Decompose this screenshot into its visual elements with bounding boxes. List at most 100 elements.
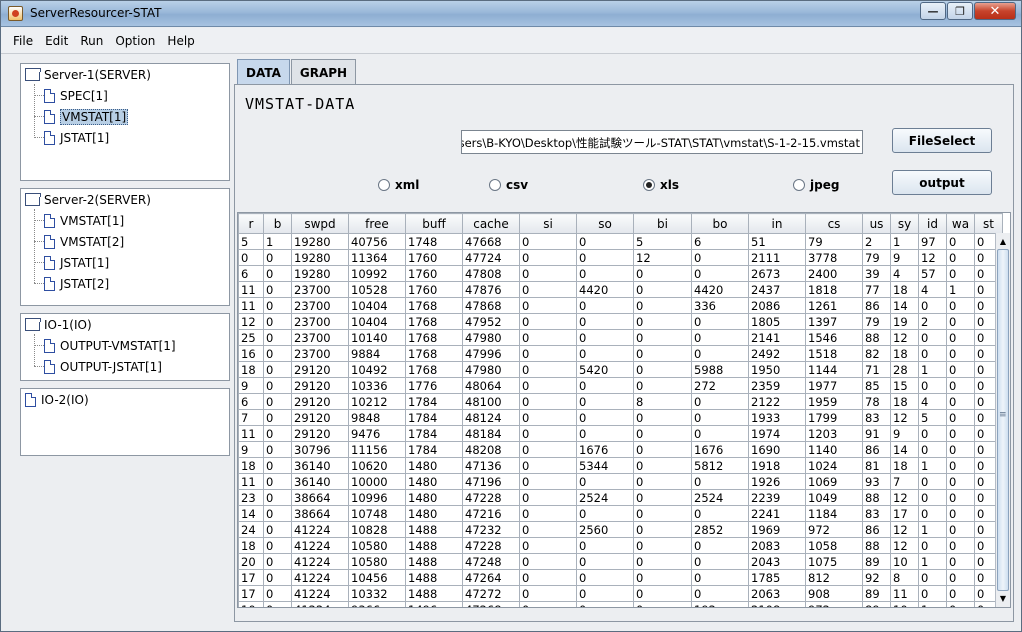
table-cell[interactable]: 5 [238, 233, 264, 250]
table-cell[interactable]: 47228 [462, 489, 520, 506]
table-cell[interactable]: 336 [691, 297, 749, 314]
table-row[interactable]: 18 0 29120 10492 1768 47980 0 5420 0 5988 1950 1144… [238, 361, 1003, 378]
scroll-down-icon[interactable]: ▼ [997, 591, 1009, 605]
tab-data[interactable]: DATA [237, 59, 290, 85]
table-row[interactable]: 11 0 36140 10000 1480 47196 0 0 0 0 1926 1069 93 7 0 0 0 [238, 473, 1003, 490]
table-cell[interactable]: 0 [576, 329, 634, 346]
table-cell[interactable]: 0 [576, 537, 634, 554]
table-cell[interactable]: 20 [238, 553, 264, 570]
table-cell[interactable]: 1760 [405, 281, 463, 298]
table-cell[interactable]: 47136 [462, 457, 520, 474]
table-cell[interactable]: 0 [946, 393, 975, 410]
table-cell[interactable]: 0 [576, 313, 634, 330]
table-cell[interactable]: 82 [862, 345, 891, 362]
table-cell[interactable]: 1 [918, 457, 947, 474]
table-cell[interactable]: 0 [946, 249, 975, 266]
table-cell[interactable]: 0 [519, 585, 577, 602]
table-cell[interactable]: 4420 [576, 281, 634, 298]
table-cell[interactable]: 12 [890, 329, 919, 346]
table-cell[interactable]: 1488 [405, 569, 463, 586]
table-cell[interactable]: 40756 [348, 233, 406, 250]
tree-node-output-vmstat-1[interactable]: OUTPUT-VMSTAT[1] [44, 337, 176, 355]
column-header-st[interactable]: st [974, 213, 1003, 234]
table-cell[interactable]: 0 [263, 601, 292, 607]
table-cell[interactable]: 0 [946, 265, 975, 282]
table-cell[interactable]: 1049 [805, 489, 863, 506]
table-cell[interactable]: 0 [633, 521, 692, 538]
table-cell[interactable]: 0 [691, 345, 749, 362]
column-header-in[interactable]: in [748, 213, 806, 234]
table-cell[interactable]: 1760 [405, 249, 463, 266]
table-cell[interactable]: 0 [519, 553, 577, 570]
table-cell[interactable]: 47996 [462, 345, 520, 362]
table-cell[interactable]: 1748 [405, 233, 463, 250]
table-cell[interactable]: 10580 [348, 553, 406, 570]
table-cell[interactable]: 86 [862, 521, 891, 538]
table-cell[interactable]: 9 [890, 249, 919, 266]
table-cell[interactable]: 57 [918, 265, 947, 282]
table-cell[interactable]: 86 [862, 297, 891, 314]
table-cell[interactable]: 48124 [462, 409, 520, 426]
table-cell[interactable]: 0 [519, 425, 577, 442]
table-cell[interactable]: 2122 [748, 393, 806, 410]
table-row[interactable]: 25 0 23700 10140 1768 47980 0 0 0 0 2141 1546 88 12 0 0… [238, 329, 1003, 346]
table-cell[interactable]: 9 [890, 425, 919, 442]
table-cell[interactable]: 0 [691, 473, 749, 490]
table-cell[interactable]: 0 [263, 249, 292, 266]
radio-xml[interactable]: xml [378, 178, 419, 192]
table-cell[interactable]: 1488 [405, 521, 463, 538]
table-cell[interactable]: 18 [238, 361, 264, 378]
table-row[interactable]: 7 0 29120 9848 1784 48124 0 0 0 0 1933 1799 83 12 5 0 0 [238, 409, 1003, 426]
table-cell[interactable]: 2524 [691, 489, 749, 506]
table-cell[interactable]: 79 [862, 313, 891, 330]
table-cell[interactable]: 10 [890, 553, 919, 570]
table-cell[interactable]: 0 [519, 489, 577, 506]
table-cell[interactable]: 18 [238, 537, 264, 554]
table-cell[interactable]: 2111 [748, 249, 806, 266]
table-cell[interactable]: 1969 [748, 521, 806, 538]
radio-jpeg[interactable]: jpeg [793, 178, 839, 192]
table-cell[interactable]: 0 [519, 281, 577, 298]
table-cell[interactable]: 11 [238, 297, 264, 314]
table-cell[interactable]: 0 [946, 473, 975, 490]
table-cell[interactable]: 0 [633, 473, 692, 490]
column-header-free[interactable]: free [348, 213, 406, 234]
menu-edit[interactable]: Edit [39, 34, 74, 48]
table-cell[interactable]: 25 [238, 329, 264, 346]
table-cell[interactable]: 83 [862, 409, 891, 426]
table-cell[interactable]: 17 [238, 569, 264, 586]
table-cell[interactable]: 28 [890, 361, 919, 378]
table-cell[interactable]: 4 [890, 265, 919, 282]
table-cell[interactable]: 0 [576, 569, 634, 586]
table-cell[interactable]: 48100 [462, 393, 520, 410]
table-cell[interactable]: 9 [238, 441, 264, 458]
table-cell[interactable]: 2673 [748, 265, 806, 282]
tree-node-io-2[interactable]: IO-2(IO) [25, 391, 89, 409]
table-cell[interactable]: 23700 [291, 281, 349, 298]
table-cell[interactable]: 11156 [348, 441, 406, 458]
table-cell[interactable]: 10580 [348, 537, 406, 554]
table-cell[interactable]: 83 [862, 505, 891, 522]
table-cell[interactable]: 47268 [462, 601, 520, 607]
table-cell[interactable]: 0 [946, 297, 975, 314]
table-cell[interactable]: 0 [946, 361, 975, 378]
column-header-wa[interactable]: wa [946, 213, 975, 234]
table-cell[interactable]: 29120 [291, 409, 349, 426]
table-cell[interactable]: 9476 [348, 425, 406, 442]
tree-node-output-jstat-1[interactable]: OUTPUT-JSTAT[1] [44, 358, 162, 376]
table-cell[interactable]: 972 [805, 521, 863, 538]
tree-node-s2-vmstat-2[interactable]: VMSTAT[2] [44, 233, 124, 251]
table-cell[interactable]: 2063 [748, 585, 806, 602]
table-cell[interactable]: 1 [918, 553, 947, 570]
vertical-scrollbar[interactable]: ▲ ≡ ▼ [995, 233, 1010, 607]
column-header-r[interactable]: r [238, 213, 264, 234]
table-cell[interactable]: 0 [691, 505, 749, 522]
table-row[interactable]: 11 0 23700 10528 1760 47876 0 4420 0 4420 2437 1818… [238, 281, 1003, 298]
table-cell[interactable]: 2241 [748, 505, 806, 522]
file-select-button[interactable]: FileSelect [892, 128, 992, 153]
table-cell[interactable]: 1776 [405, 377, 463, 394]
tree-node-s2-jstat-2[interactable]: JSTAT[2] [44, 275, 109, 293]
table-cell[interactable]: 0 [946, 601, 975, 607]
table-cell[interactable]: 0 [263, 297, 292, 314]
table-cell[interactable]: 2043 [748, 553, 806, 570]
